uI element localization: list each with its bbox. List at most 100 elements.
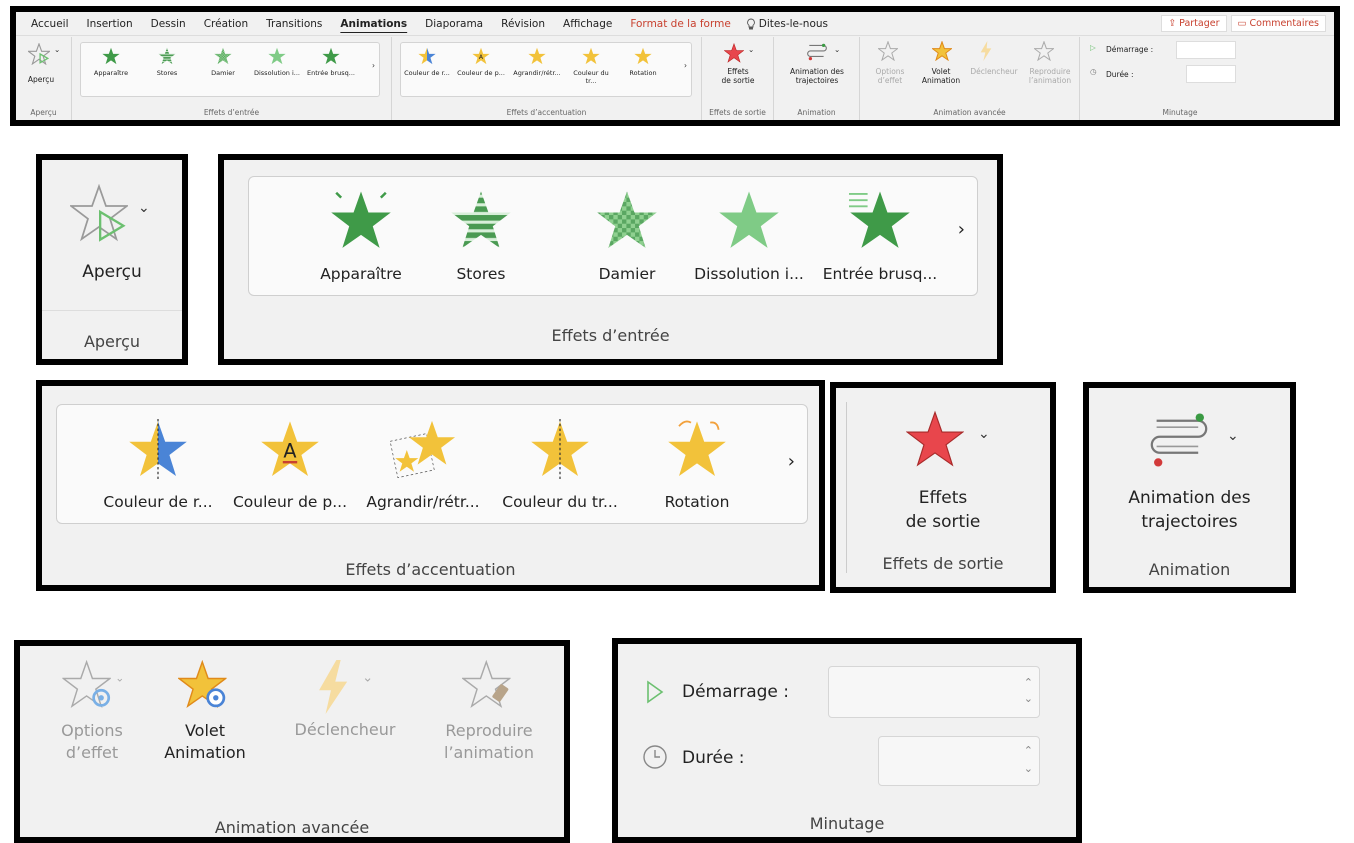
emphasis-fill-color[interactable]: Couleur de r... (93, 419, 223, 511)
group-label-advanced-mini: Animation avancée (933, 108, 1006, 117)
entrance-gallery: Apparaître Stores Damier Dissolution i..… (248, 176, 978, 296)
share-button[interactable]: ⇪ Partager (1161, 15, 1227, 32)
tab-animations[interactable]: Animations (331, 18, 416, 30)
tab-revision[interactable]: Révision (492, 18, 554, 30)
chevron-down-icon[interactable]: ⌄ (978, 426, 990, 442)
font-color-star-icon: A (260, 419, 320, 479)
line-color-star-icon (530, 419, 590, 479)
flyin-star-icon (322, 47, 340, 65)
group-exit-mini: ⌄ Effets de sortie Effets de sortie (702, 37, 774, 120)
animation-pane-button[interactable]: Volet Animation (150, 660, 260, 764)
emphasis-mini-spin[interactable]: Rotation (619, 47, 667, 77)
tab-dessin[interactable]: Dessin (142, 18, 195, 30)
tab-diaporama[interactable]: Diaporama (416, 18, 492, 30)
spin-star-icon (634, 47, 652, 65)
lightning-icon: ⌄ (319, 660, 373, 714)
trigger-button[interactable]: ⌄ Déclencheur (276, 660, 414, 739)
emphasis-line-color[interactable]: Couleur du tr... (495, 419, 625, 511)
dissolve-star-icon (268, 47, 286, 65)
emphasis-gallery: Couleur de r... A Couleur de p... Agrand… (56, 404, 808, 524)
chevron-down-icon: ⌄ (748, 45, 755, 54)
entrance-blinds[interactable]: Stores (421, 189, 541, 283)
group-label-timing-mini: Minutage (1162, 108, 1198, 117)
entrance-mini-blinds[interactable]: Stores (143, 47, 191, 77)
chevron-right-icon[interactable]: › (372, 61, 375, 70)
fill-color-star-icon (128, 419, 188, 479)
entrance-mini-checker[interactable]: Damier (199, 47, 247, 77)
tab-insertion[interactable]: Insertion (78, 18, 142, 30)
ribbon-body: ⌄ Aperçu Aperçu Apparaître Stores Damier… (16, 37, 1334, 120)
trigger-button[interactable]: Déclencheur (964, 67, 1024, 76)
duration-field[interactable] (1186, 65, 1236, 83)
animation-pane-button[interactable]: Volet Animation (918, 67, 964, 85)
preview-button[interactable]: Aperçu (42, 262, 182, 282)
duration-stepper[interactable]: ⌃ ⌄ (878, 736, 1040, 786)
comments-button[interactable]: ▭ Commentaires (1230, 15, 1326, 32)
animation-pane-icon (178, 661, 227, 708)
chevron-right-icon[interactable]: › (684, 61, 687, 70)
dissolve-star-icon (718, 189, 780, 251)
effect-options-button[interactable]: ⌄ Optionsd’effet (46, 660, 138, 764)
entrance-zoom-frame: Apparaître Stores Damier Dissolution i..… (218, 154, 1003, 365)
tab-transitions[interactable]: Transitions (257, 18, 331, 30)
animation-painter-button[interactable]: Reproduire l’animation (1022, 67, 1078, 85)
font-color-star-icon: A (472, 47, 490, 65)
tab-format-forme[interactable]: Format de la forme (621, 18, 739, 30)
preview-button[interactable]: Aperçu (16, 75, 66, 84)
entrance-checkerboard[interactable]: Damier (567, 189, 687, 283)
exit-effects-button[interactable]: Effets de sortie (836, 486, 1050, 534)
chevron-down-icon: ⌄ (1023, 762, 1033, 775)
entrance-gallery-mini: Apparaître Stores Damier Dissolution i..… (80, 42, 380, 97)
entrance-mini-appear[interactable]: Apparaître (87, 47, 135, 77)
group-label-entrance: Effets d’entrée (551, 326, 670, 345)
emphasis-mini-fillcolor[interactable]: Couleur de r... (403, 47, 451, 77)
motion-paths-button[interactable]: Animation des trajectoires (774, 67, 860, 85)
emphasis-font-color[interactable]: A Couleur de p... (225, 419, 355, 511)
entrance-mini-flyin[interactable]: Entrée brusq... (307, 47, 355, 77)
group-advanced-mini: Options d’effet Volet Animation Déclencheu… (860, 37, 1080, 120)
effect-options-button[interactable]: Options d’effet (868, 67, 912, 85)
entrance-mini-dissolve[interactable]: Dissolution i... (253, 47, 301, 77)
preview-star-icon (28, 43, 50, 65)
animation-painter-button[interactable]: Reproduire l’animation (424, 660, 554, 764)
chevron-down-icon[interactable]: ⌄ (1227, 428, 1239, 444)
group-entrance-mini: Apparaître Stores Damier Dissolution i..… (72, 37, 392, 120)
emphasis-spin[interactable]: Rotation (637, 419, 757, 511)
checkerboard-star-icon (596, 189, 658, 251)
motion-path-icon (807, 43, 827, 61)
chevron-right-icon[interactable]: › (958, 219, 965, 240)
start-dropdown[interactable]: ⌃ ⌄ (828, 666, 1040, 718)
animation-painter-icon (1034, 41, 1054, 61)
exit-effects-button[interactable]: Effets de sortie (702, 67, 774, 85)
share-label: Partager (1179, 18, 1220, 29)
chevron-down-icon: ⌄ (1023, 692, 1033, 705)
exit-star-icon (724, 43, 744, 63)
tell-me-box[interactable]: Dites-le-nous (740, 18, 828, 30)
svg-text:A: A (283, 439, 296, 462)
animation-pane-icon (932, 41, 952, 61)
tab-creation[interactable]: Création (195, 18, 257, 30)
start-field[interactable] (1176, 41, 1236, 59)
emphasis-mini-fontcolor[interactable]: A Couleur de p... (457, 47, 505, 77)
fill-color-star-icon (418, 47, 436, 65)
motion-path-icon (1150, 413, 1208, 467)
preview-zoom-frame: ⌄ Aperçu Aperçu (36, 154, 188, 365)
emphasis-gallery-mini: Couleur de r... A Couleur de p... Agrandi… (400, 42, 692, 97)
chevron-down-icon[interactable]: ⌄ (138, 200, 150, 216)
tab-accueil[interactable]: Accueil (22, 18, 78, 30)
group-emphasis-mini: Couleur de r... A Couleur de p... Agrandi… (392, 37, 702, 120)
group-label-motion: Animation (1148, 560, 1231, 579)
motion-paths-button[interactable]: Animation des trajectoires (1089, 486, 1290, 534)
group-preview-mini: ⌄ Aperçu Aperçu (16, 37, 72, 120)
entrance-flyin[interactable]: Entrée brusq... (815, 189, 945, 283)
chevron-right-icon[interactable]: › (788, 451, 795, 472)
emphasis-mini-growshrink[interactable]: Agrandir/rétr... (513, 47, 561, 77)
entrance-appear[interactable]: Apparaître (301, 189, 421, 283)
appear-star-icon (102, 47, 120, 65)
start-label: Démarrage : (682, 682, 790, 702)
emphasis-mini-linecolor[interactable]: Couleur du tr... (567, 47, 615, 85)
tab-affichage[interactable]: Affichage (554, 18, 621, 30)
emphasis-grow-shrink[interactable]: Agrandir/rétr... (353, 419, 493, 511)
start-label: Démarrage : (1106, 45, 1154, 54)
entrance-dissolve[interactable]: Dissolution i... (679, 189, 819, 283)
